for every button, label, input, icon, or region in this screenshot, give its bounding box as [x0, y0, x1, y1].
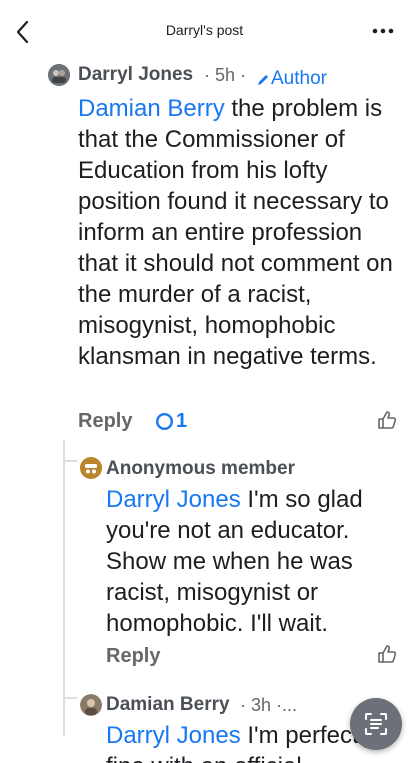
- like-icon[interactable]: [376, 643, 398, 665]
- reply-button[interactable]: Reply: [78, 410, 132, 433]
- author-badge: Author: [271, 68, 327, 89]
- reply-comment: Anonymous member Darryl Jones I'm so gla…: [0, 440, 409, 680]
- mention-link[interactable]: Damian Berry: [78, 95, 225, 122]
- reaction-count[interactable]: 1: [156, 410, 187, 433]
- anonymous-icon: [80, 457, 102, 479]
- comment-timestamp: · 5h ·: [204, 65, 247, 85]
- like-icon[interactable]: [376, 409, 398, 431]
- comment-text: Darryl Jones I'm so glad you're not an e…: [106, 484, 378, 639]
- mention-link[interactable]: Darryl Jones: [106, 486, 241, 513]
- mention-link[interactable]: Darryl Jones: [106, 722, 241, 749]
- reader-mode-button[interactable]: [350, 698, 402, 750]
- comment-timestamp: · 3h ·...: [240, 695, 298, 715]
- comment-author[interactable]: Damian Berry: [106, 694, 230, 716]
- document-scan-icon: [365, 713, 387, 735]
- reply-button[interactable]: Reply: [106, 645, 160, 668]
- comment: Darryl Jones · 5h · Author Damian Berry …: [0, 0, 409, 440]
- reaction-count-value: 1: [176, 410, 188, 432]
- comment-body: the problem is that the Commissioner of …: [78, 95, 393, 370]
- avatar[interactable]: [48, 64, 70, 86]
- comment-text: Darryl Jones I'm perfectly fine with an …: [106, 720, 376, 763]
- like-reaction-icon: [156, 413, 173, 430]
- anonymous-avatar: [80, 457, 102, 479]
- comment-author[interactable]: Darryl Jones: [78, 64, 193, 86]
- profile-photo-icon: [48, 64, 70, 86]
- comment-text: Damian Berry the problem is that the Com…: [78, 93, 398, 372]
- profile-photo-icon: [80, 694, 102, 716]
- reply-comment: Damian Berry · 3h ·... Darryl Jones I'm …: [0, 680, 409, 763]
- avatar[interactable]: [80, 694, 102, 716]
- comment-author: Anonymous member: [106, 458, 295, 479]
- pencil-icon: [258, 75, 268, 85]
